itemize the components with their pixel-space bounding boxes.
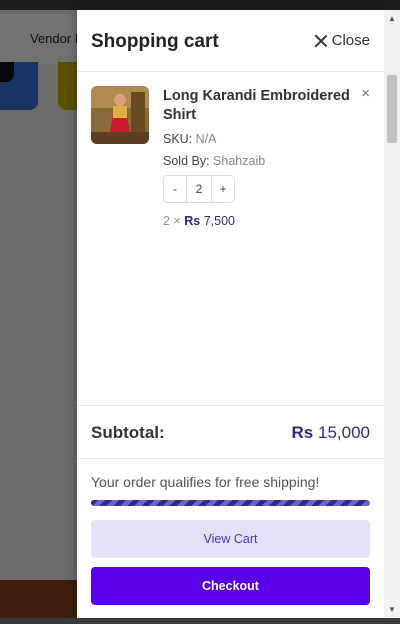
currency-symbol: Rs <box>184 214 201 228</box>
quantity-decrease-button[interactable]: - <box>164 176 186 202</box>
quantity-stepper: - 2 + <box>163 175 235 203</box>
quantity-increase-button[interactable]: + <box>212 176 234 202</box>
subtotal-currency: Rs <box>291 423 314 442</box>
drawer-title: Shopping cart <box>91 31 219 52</box>
remove-item-icon[interactable]: × <box>361 85 370 102</box>
line-quantity: 2 × <box>163 214 181 228</box>
product-vendor: Sold By: Shahzaib <box>163 154 265 168</box>
line-price: Rs 7,500 <box>184 214 235 228</box>
shopping-cart-drawer: Shopping cart Close Long Karandi Embroid… <box>77 10 384 618</box>
unit-price: 7,500 <box>203 214 235 228</box>
line-item-price: 2 × Rs 7,500 <box>163 214 235 228</box>
view-cart-button[interactable]: View Cart <box>91 520 370 558</box>
product-thumbnail[interactable] <box>91 86 149 144</box>
sku-value: N/A <box>195 132 217 146</box>
checkout-button[interactable]: Checkout <box>91 567 370 605</box>
free-shipping-progress-bar <box>91 500 370 506</box>
scroll-down-arrow-icon[interactable]: ▼ <box>388 605 396 614</box>
cart-item: Long Karandi Embroidered Shirt × SKU: N/… <box>77 72 384 405</box>
subtotal-label: Subtotal: <box>91 423 165 442</box>
subtotal-amount: 15,000 <box>318 423 370 442</box>
scrollbar-thumb[interactable] <box>387 75 397 143</box>
close-button[interactable]: Close <box>314 32 370 49</box>
quantity-input[interactable]: 2 <box>186 176 212 202</box>
sold-by-label: Sold By: <box>163 154 210 168</box>
close-icon <box>314 34 328 48</box>
sku-label: SKU: <box>163 132 193 146</box>
sold-by-value: Shahzaib <box>213 154 266 168</box>
subtotal-row: Subtotal: Rs 15,000 <box>77 405 384 459</box>
free-shipping-message: Your order qualifies for free shipping! <box>91 474 320 490</box>
product-sku: SKU: N/A <box>163 132 217 146</box>
browser-bottom-bar <box>0 618 400 624</box>
progress-fill <box>91 500 370 506</box>
product-name[interactable]: Long Karandi Embroidered Shirt <box>163 87 353 125</box>
drawer-header: Shopping cart Close <box>77 10 384 72</box>
close-label: Close <box>331 32 370 49</box>
scrollbar[interactable]: ▲ ▼ <box>384 10 400 618</box>
subtotal-value: Rs 15,000 <box>292 423 370 443</box>
scroll-up-arrow-icon[interactable]: ▲ <box>388 14 396 23</box>
